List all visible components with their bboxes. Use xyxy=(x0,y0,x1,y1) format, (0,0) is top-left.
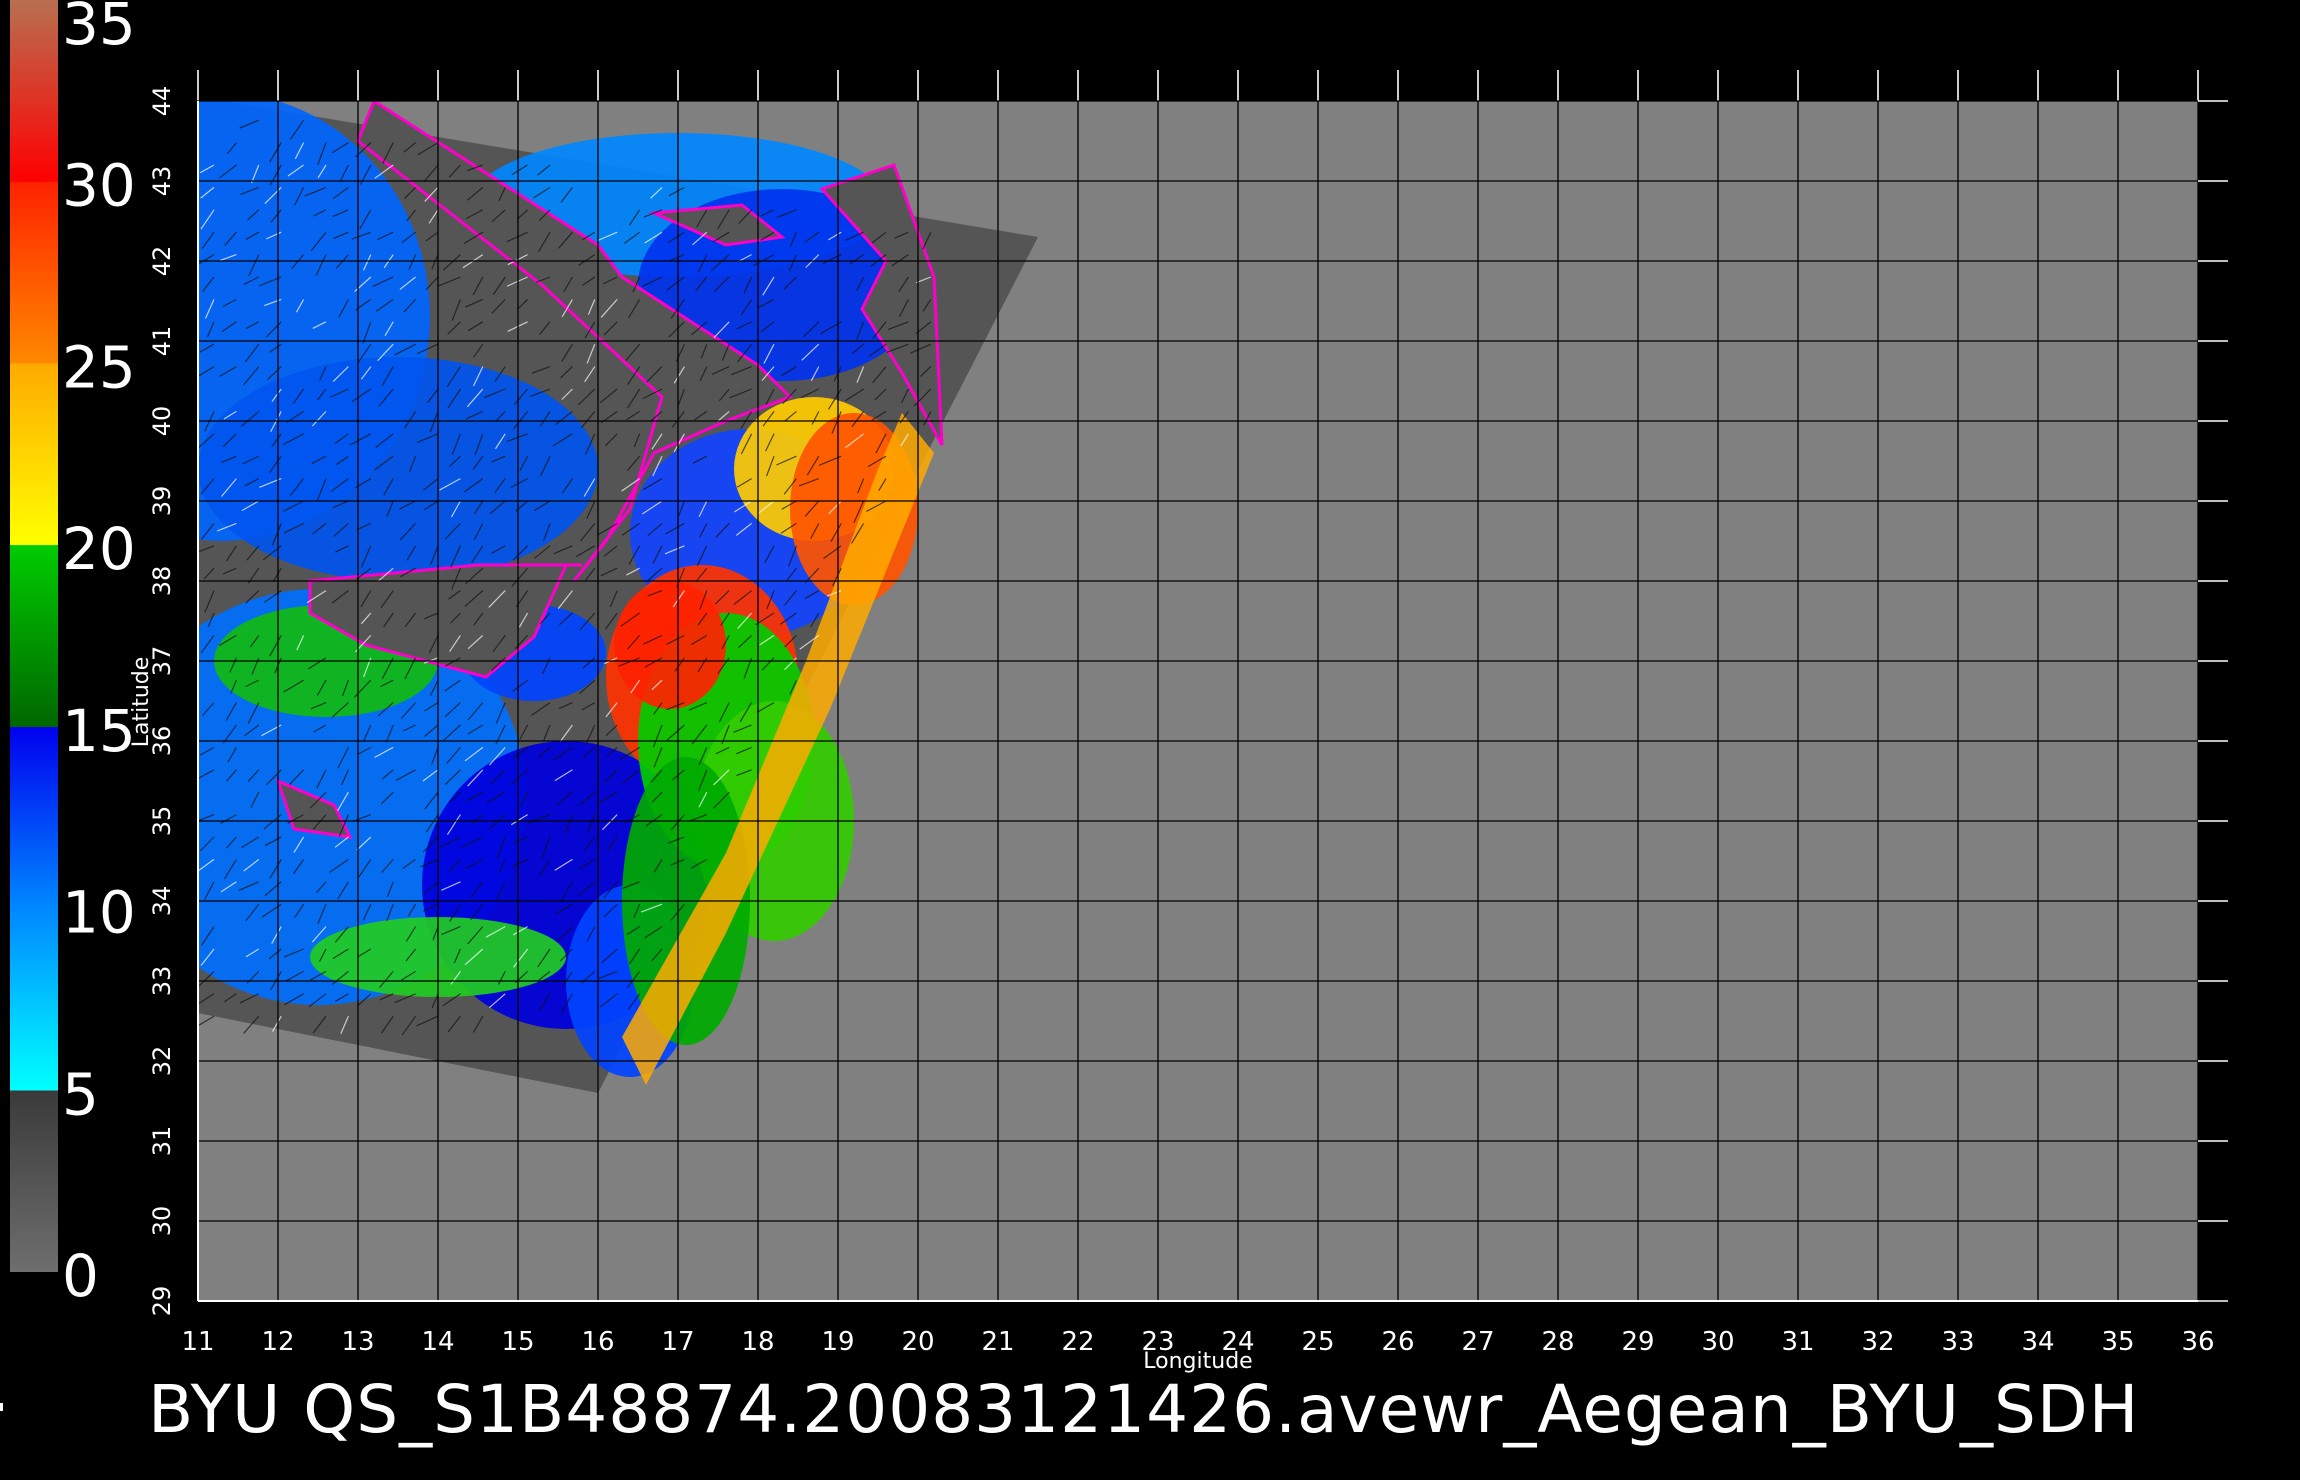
map-panel: 11 12 13 14 15 16 17 18 19 20 21 22 23 24 25 26 27 28 29 30… xyxy=(129,70,2228,1374)
x-tick-label: 35 xyxy=(2101,1327,2134,1357)
x-tick-label: 18 xyxy=(741,1327,774,1357)
colorbar-label: 10 xyxy=(62,879,136,947)
y-tick-label: 38 xyxy=(148,566,176,597)
colorbar-label: 35 xyxy=(62,0,136,58)
x-tick-label: 26 xyxy=(1381,1327,1414,1357)
x-tick-label: 13 xyxy=(341,1327,374,1357)
colorbar-label: 15 xyxy=(62,697,136,765)
x-tick-label: 11 xyxy=(181,1327,214,1357)
y-tick-label: 32 xyxy=(148,1046,176,1077)
y-tick-label: 43 xyxy=(148,166,176,197)
x-tick-label: 16 xyxy=(581,1327,614,1357)
x-tick-label: 30 xyxy=(1701,1327,1734,1357)
colorbar-scale xyxy=(10,0,58,1272)
y-tick-label: 40 xyxy=(148,406,176,437)
wind-speed-map-figure: 35 30 25 20 15 10 5 0 11 12 13 14 15 16 17 18 19 20 21 22 2… xyxy=(10,0,2228,1374)
y-tick-label: 33 xyxy=(148,966,176,997)
y-tick-label: 39 xyxy=(148,486,176,517)
x-tick-label: 12 xyxy=(261,1327,294,1357)
y-tick-label: 29 xyxy=(148,1286,176,1317)
y-tick-label: 30 xyxy=(148,1206,176,1237)
colorbar-label: 5 xyxy=(62,1060,99,1128)
colorbar-label: 25 xyxy=(62,333,136,401)
x-tick-label: 32 xyxy=(1861,1327,1894,1357)
x-tick-label: 28 xyxy=(1541,1327,1574,1357)
x-tick-label: 19 xyxy=(821,1327,854,1357)
x-tick-label: 17 xyxy=(661,1327,694,1357)
x-tick-label: 27 xyxy=(1461,1327,1494,1357)
x-tick-label: 22 xyxy=(1061,1327,1094,1357)
colorbar-label: 20 xyxy=(62,515,136,583)
y-tick-label: 44 xyxy=(148,86,176,117)
y-tick-label: 42 xyxy=(148,246,176,277)
colorbar: 35 30 25 20 15 10 5 0 xyxy=(10,0,136,1310)
x-tick-label: 20 xyxy=(901,1327,934,1357)
x-tick-label: 14 xyxy=(421,1327,454,1357)
x-tick-label: 36 xyxy=(2181,1327,2214,1357)
x-tick-label: 25 xyxy=(1301,1327,1334,1357)
y-tick-label: 31 xyxy=(148,1126,176,1157)
x-tick-label: 34 xyxy=(2021,1327,2054,1357)
y-tick-label: 35 xyxy=(148,806,176,837)
x-tick-label: 21 xyxy=(981,1327,1014,1357)
colorbar-label: 0 xyxy=(62,1242,99,1310)
y-tick-label: 41 xyxy=(148,326,176,357)
x-tick-label: 31 xyxy=(1781,1327,1814,1357)
figure-title: BYU QS_S1B48874.20083121426.avewr_Aegean… xyxy=(148,1371,2140,1448)
x-tick-label: 15 xyxy=(501,1327,534,1357)
y-axis-label: Latitude xyxy=(129,657,154,748)
colorbar-label: 30 xyxy=(62,152,136,220)
x-tick-label: 33 xyxy=(1941,1327,1974,1357)
x-tick-label: 29 xyxy=(1621,1327,1654,1357)
edge-marker xyxy=(0,1403,3,1411)
y-tick-label: 34 xyxy=(148,886,176,917)
